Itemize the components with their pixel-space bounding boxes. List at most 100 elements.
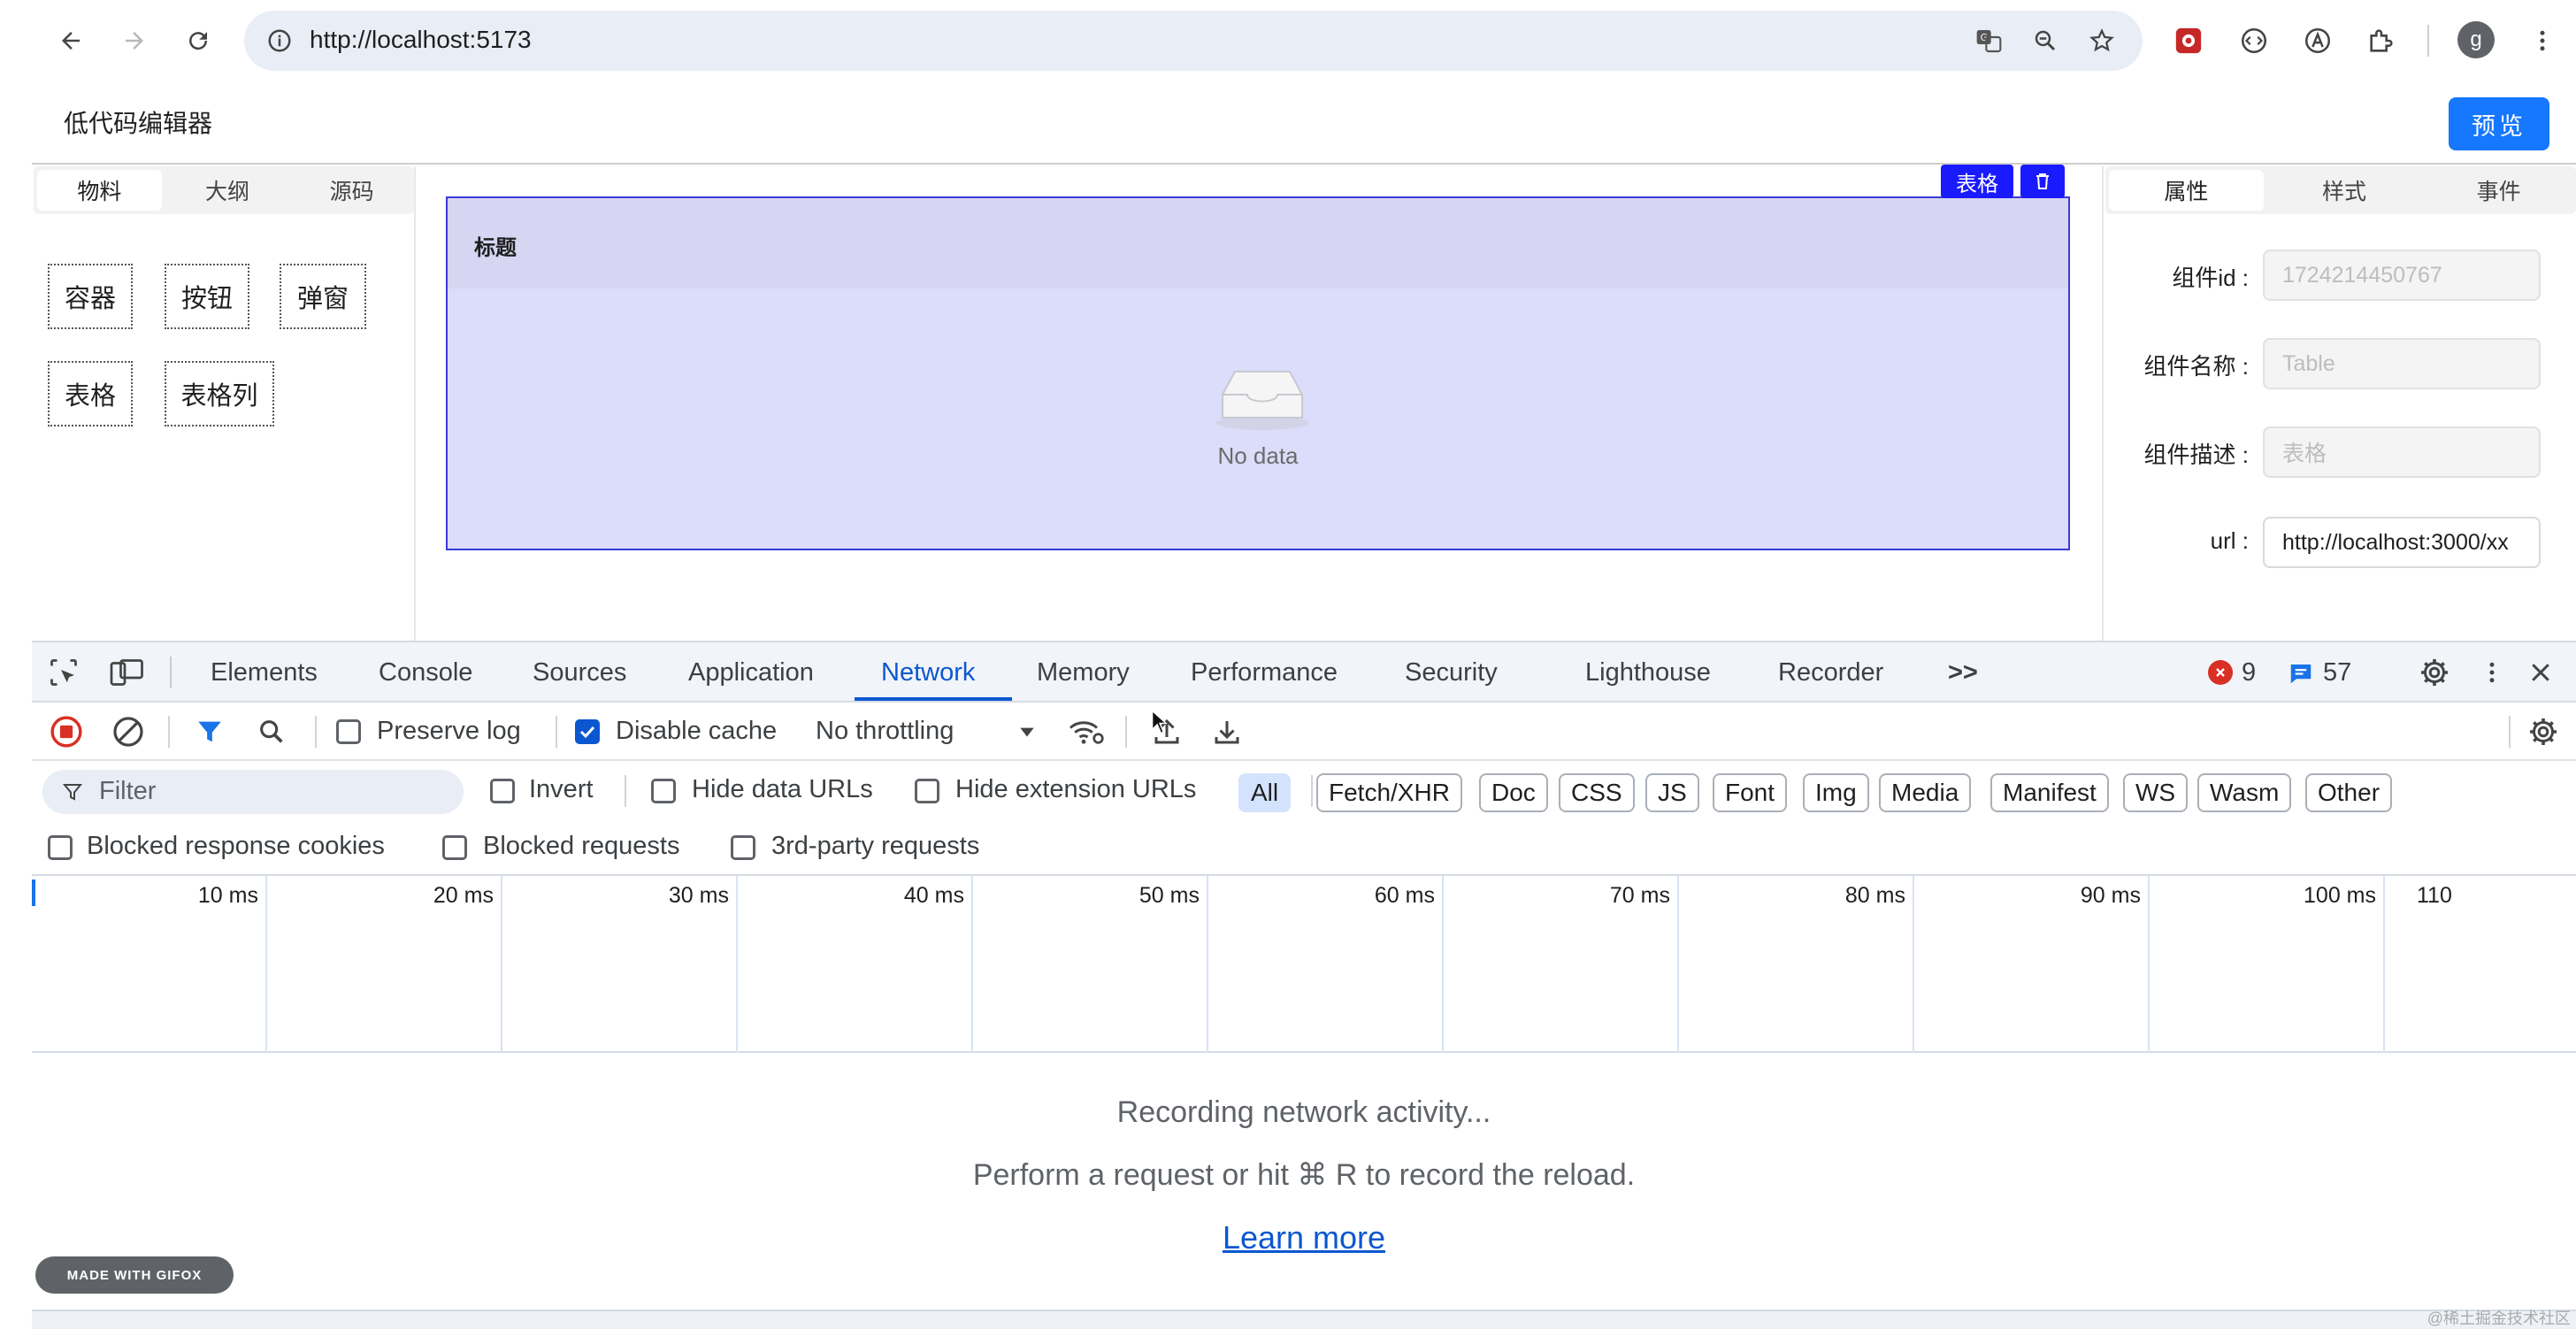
tab-styles[interactable]: 样式	[2267, 166, 2422, 214]
extension-code-icon[interactable]	[2236, 23, 2272, 58]
type-filter-img[interactable]: Img	[1803, 773, 1869, 812]
table-component[interactable]: 标题 No data	[446, 196, 2070, 550]
filter-funnel-icon[interactable]	[191, 713, 228, 750]
component-id-input[interactable]: 1724214450767	[2263, 250, 2541, 301]
forward-button[interactable]	[110, 16, 159, 65]
export-har-icon[interactable]	[1208, 713, 1246, 750]
error-count[interactable]: 9	[2242, 642, 2256, 703]
material-table[interactable]: 表格	[48, 361, 133, 426]
tab-outline[interactable]: 大纲	[165, 166, 290, 214]
clear-icon[interactable]	[110, 713, 147, 750]
timeline-gridline	[265, 876, 267, 1053]
hide-data-urls-checkbox[interactable]	[651, 779, 676, 803]
url-text: http://localhost:5173	[310, 26, 532, 53]
filter-icon	[60, 780, 85, 804]
search-icon[interactable]	[253, 713, 290, 750]
type-filter-other[interactable]: Other	[2305, 773, 2393, 812]
settings-gear-icon[interactable]	[2417, 655, 2452, 690]
type-filter-font[interactable]: Font	[1713, 773, 1788, 812]
devtools-tabbar: Elements Console Sources Application Net…	[32, 641, 2576, 703]
material-table-column[interactable]: 表格列	[165, 361, 274, 426]
active-tab-indicator	[855, 697, 1012, 701]
component-desc-input[interactable]: 表格	[2263, 426, 2541, 478]
translate-icon[interactable]: G	[1973, 25, 2005, 57]
filter-row-secondary: Blocked response cookies Blocked request…	[32, 819, 2576, 876]
browser-menu-icon[interactable]	[2525, 23, 2560, 58]
blocked-requests-checkbox[interactable]	[442, 835, 467, 860]
type-filter-media[interactable]: Media	[1879, 773, 1972, 812]
type-filter-css[interactable]: CSS	[1559, 773, 1635, 812]
message-count[interactable]: 57	[2323, 642, 2351, 703]
material-container[interactable]: 容器	[48, 264, 133, 329]
tab-materials[interactable]: 物料	[37, 170, 162, 211]
tab-properties[interactable]: 属性	[2109, 170, 2264, 211]
bookmark-star-icon[interactable]	[2086, 25, 2118, 57]
delete-component-button[interactable]	[2020, 165, 2065, 198]
close-devtools-icon[interactable]	[2523, 655, 2558, 690]
more-tabs-button[interactable]: >>	[1948, 642, 1978, 703]
tab-security[interactable]: Security	[1405, 642, 1498, 703]
network-settings-icon[interactable]	[2525, 713, 2562, 750]
tab-sources[interactable]: Sources	[533, 642, 626, 703]
tab-source[interactable]: 源码	[289, 166, 414, 214]
filter-input[interactable]: Filter	[42, 770, 464, 814]
type-filter-all[interactable]: All	[1238, 773, 1292, 812]
invert-checkbox[interactable]	[490, 779, 515, 803]
message-icon	[2288, 660, 2314, 687]
hide-extension-urls-checkbox[interactable]	[915, 779, 939, 803]
type-filter-wasm[interactable]: Wasm	[2197, 773, 2292, 812]
type-filter-fetch-xhr[interactable]: Fetch/XHR	[1316, 773, 1462, 812]
timeline-tick-label: 80 ms	[1844, 883, 1905, 908]
disable-cache-checkbox[interactable]	[575, 719, 600, 744]
preserve-log-checkbox[interactable]	[336, 719, 361, 744]
material-button[interactable]: 按钮	[165, 264, 249, 329]
tab-memory[interactable]: Memory	[1037, 642, 1130, 703]
left-tabs: 物料 大纲 源码	[34, 166, 414, 214]
arrow-right-icon	[126, 32, 143, 50]
back-button[interactable]	[46, 16, 96, 65]
throttling-select[interactable]: No throttling	[816, 717, 954, 746]
type-filter-js[interactable]: JS	[1645, 773, 1699, 812]
caret-down-icon[interactable]	[1016, 720, 1039, 743]
properties-panel: 属性 样式 事件 组件id : 1724214450767 组件名称 : Tab…	[2102, 166, 2576, 641]
devtools-panel: Elements Console Sources Application Net…	[32, 641, 2576, 1329]
material-modal[interactable]: 弹窗	[280, 264, 366, 329]
extensions-puzzle-icon[interactable]	[2364, 23, 2399, 58]
record-stop-icon[interactable]	[48, 713, 85, 750]
component-name-input[interactable]: Table	[2263, 338, 2541, 389]
extension-red-icon[interactable]	[2171, 23, 2206, 58]
materials-panel: 物料 大纲 源码 容器 按钮 弹窗 表格 表格列	[32, 166, 416, 641]
type-filter-doc[interactable]: Doc	[1479, 773, 1548, 812]
third-party-checkbox[interactable]	[731, 835, 755, 860]
device-toolbar-icon[interactable]	[108, 655, 147, 690]
tab-events[interactable]: 事件	[2421, 166, 2576, 214]
blocked-cookies-checkbox[interactable]	[48, 835, 73, 860]
type-filter-ws[interactable]: WS	[2123, 773, 2189, 812]
zoom-icon[interactable]	[2029, 25, 2061, 57]
devtools-menu-icon[interactable]	[2479, 655, 2505, 690]
tab-recorder[interactable]: Recorder	[1778, 642, 1883, 703]
network-conditions-icon[interactable]	[1067, 713, 1106, 750]
extension-a-icon[interactable]	[2300, 23, 2335, 58]
tab-application[interactable]: Application	[688, 642, 814, 703]
tab-network[interactable]: Network	[881, 642, 975, 703]
browser-toolbar: http://localhost:5173 G g	[0, 0, 2576, 81]
filter-divider	[1311, 775, 1313, 807]
field-label-name: 组件名称 :	[2143, 353, 2249, 380]
site-info-icon[interactable]	[264, 25, 295, 57]
address-bar[interactable]: http://localhost:5173 G	[244, 11, 2143, 71]
type-filter-manifest[interactable]: Manifest	[1990, 773, 2109, 812]
tab-performance[interactable]: Performance	[1191, 642, 1338, 703]
preview-button[interactable]: 预览	[2449, 97, 2549, 150]
right-tabs: 属性 样式 事件	[2105, 166, 2576, 214]
timeline-overview[interactable]: 10 ms 20 ms 30 ms 40 ms 50 ms 60 ms 70 m…	[32, 876, 2576, 1053]
url-input[interactable]: http://localhost:3000/xx	[2263, 517, 2541, 568]
devtools-bottom-strip	[32, 1310, 2576, 1329]
profile-avatar[interactable]: g	[2457, 21, 2495, 58]
tab-console[interactable]: Console	[379, 642, 472, 703]
inspect-element-icon[interactable]	[46, 655, 81, 690]
learn-more-link[interactable]: Learn more	[32, 1219, 2576, 1256]
tab-elements[interactable]: Elements	[211, 642, 318, 703]
tab-lighthouse[interactable]: Lighthouse	[1585, 642, 1711, 703]
reload-button[interactable]	[173, 16, 223, 65]
